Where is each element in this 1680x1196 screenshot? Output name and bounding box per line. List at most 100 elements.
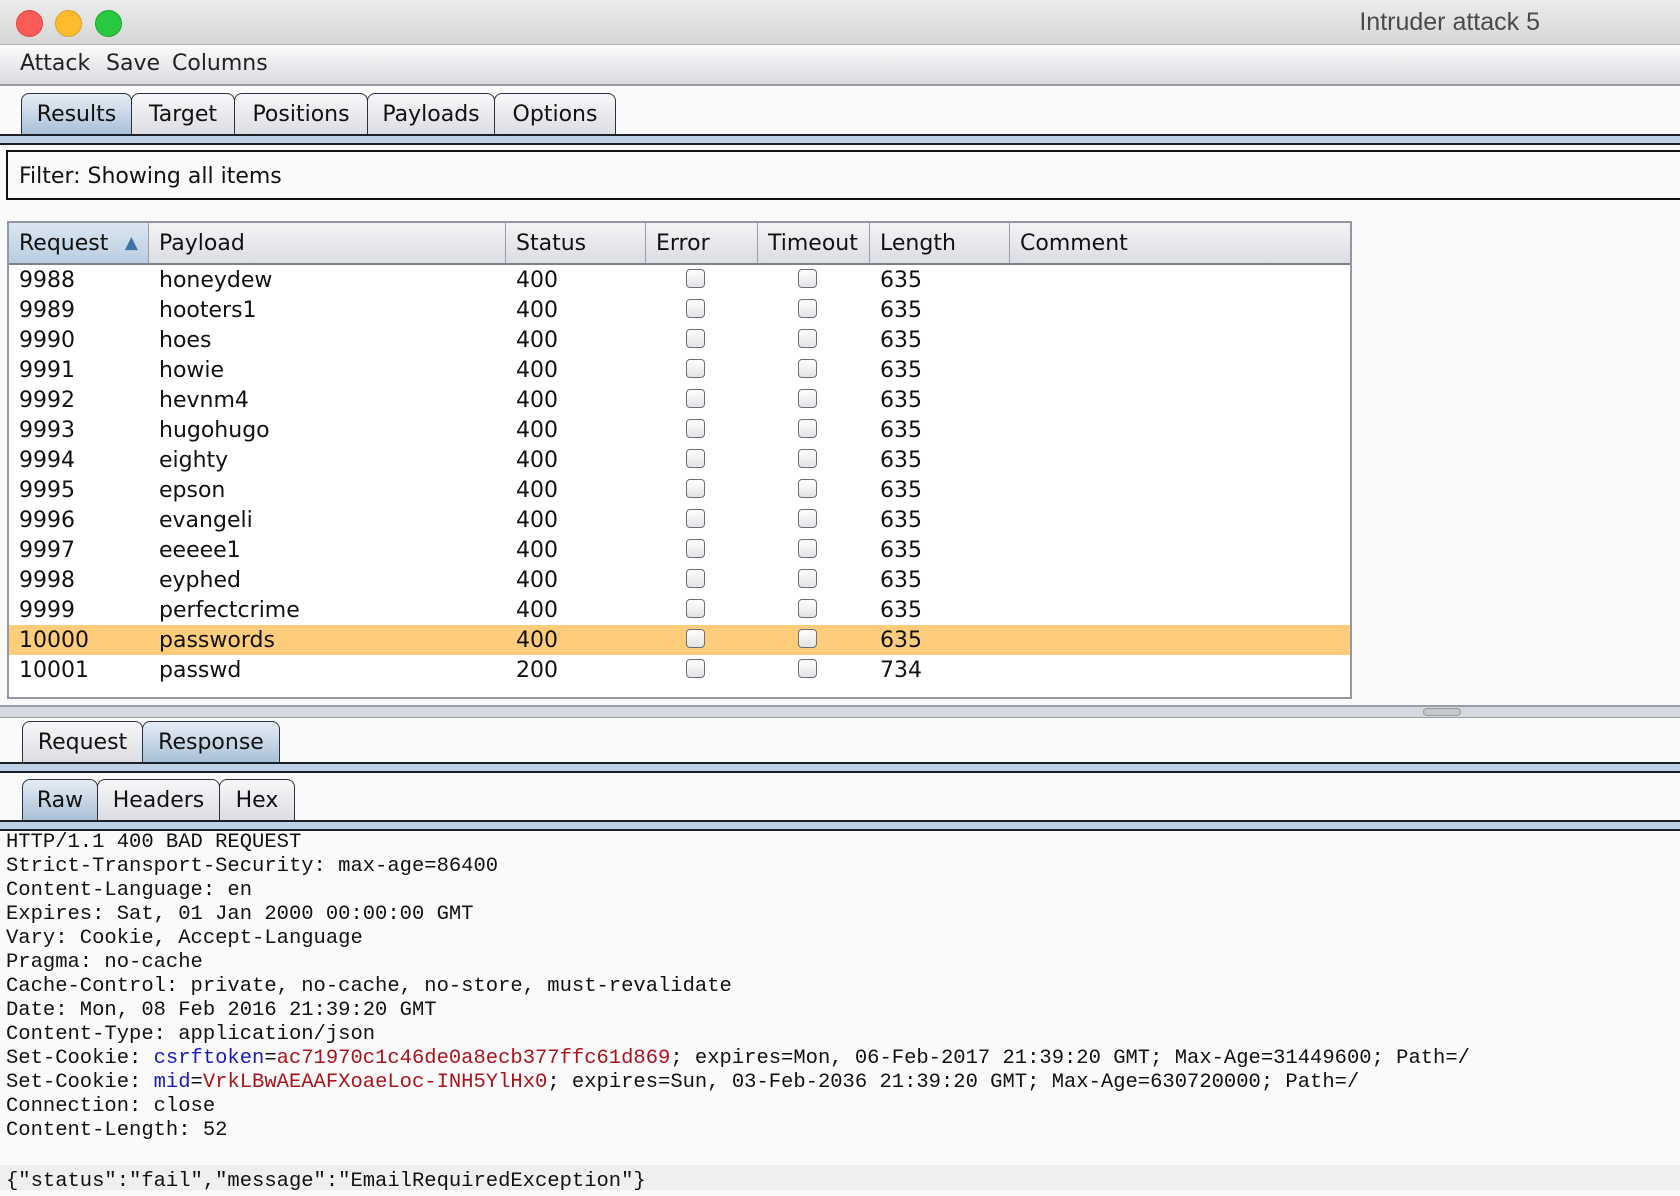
error-checkbox[interactable] [686,599,705,618]
message-tab-bar: Request Response [0,721,1680,763]
cell-status: 400 [516,298,558,323]
table-row[interactable]: 9990 hoes 400 635 [9,325,1350,355]
timeout-checkbox[interactable] [798,539,817,558]
tab-options[interactable]: Options [494,93,616,135]
window-title: Intruder attack 5 [1359,8,1540,36]
column-header-status[interactable]: Status [506,223,646,263]
table-row[interactable]: 10000 passwords 400 635 [9,625,1350,655]
menu-save[interactable]: Save [106,51,160,76]
cell-payload: howie [159,358,225,383]
tab-hex[interactable]: Hex [219,779,295,821]
table-row[interactable]: 9994 eighty 400 635 [9,445,1350,475]
error-checkbox[interactable] [686,449,705,468]
cell-status: 400 [516,268,558,293]
top-tab-bar: Results Target Positions Payloads Option… [0,93,1680,135]
response-text-area[interactable]: HTTP/1.1 400 BAD REQUEST Strict-Transport… [6,831,1680,1194]
table-row[interactable]: 9999 perfectcrime 400 635 [9,595,1350,625]
column-header-error[interactable]: Error [646,223,758,263]
tab-positions[interactable]: Positions [234,93,368,135]
cell-length: 635 [880,598,922,623]
timeout-checkbox[interactable] [798,389,817,408]
error-checkbox[interactable] [686,269,705,288]
table-row[interactable]: 9996 evangeli 400 635 [9,505,1350,535]
view-tab-bar: Raw Headers Hex [0,779,1680,821]
table-row[interactable]: 9992 hevnm4 400 635 [9,385,1350,415]
table-row[interactable]: 9998 eyphed 400 635 [9,565,1350,595]
column-header-comment[interactable]: Comment [1010,223,1350,263]
column-header-request[interactable]: Request ▲ [9,223,149,263]
timeout-checkbox[interactable] [798,419,817,438]
error-checkbox[interactable] [686,659,705,678]
error-checkbox[interactable] [686,629,705,648]
error-checkbox[interactable] [686,479,705,498]
cell-payload: eyphed [159,568,241,593]
timeout-checkbox[interactable] [798,509,817,528]
table-row[interactable]: 9991 howie 400 635 [9,355,1350,385]
table-row[interactable]: 9988 honeydew 400 635 [9,265,1350,295]
tab-results[interactable]: Results [21,93,132,135]
error-checkbox[interactable] [686,329,705,348]
cell-status: 400 [516,418,558,443]
timeout-checkbox[interactable] [798,359,817,378]
cell-payload: passwords [159,628,275,653]
minimize-window-button[interactable] [55,10,82,37]
tab-target[interactable]: Target [131,93,235,135]
column-header-payload[interactable]: Payload [149,223,506,263]
cell-request: 10000 [19,628,89,653]
column-header-length[interactable]: Length [870,223,1010,263]
error-checkbox[interactable] [686,539,705,558]
timeout-checkbox[interactable] [798,569,817,588]
cell-status: 200 [516,658,558,683]
timeout-checkbox[interactable] [798,659,817,678]
error-checkbox[interactable] [686,569,705,588]
table-row[interactable]: 10001 passwd 200 734 [9,655,1350,685]
timeout-checkbox[interactable] [798,599,817,618]
tab-request[interactable]: Request [22,721,143,763]
cell-length: 635 [880,298,922,323]
timeout-checkbox[interactable] [798,269,817,288]
timeout-checkbox[interactable] [798,329,817,348]
table-row[interactable]: 9995 epson 400 635 [9,475,1350,505]
timeout-checkbox[interactable] [798,299,817,318]
cookie-value: VrkLBwAEAAFXoaeLoc-INH5YlHx0 [202,1071,548,1094]
error-checkbox[interactable] [686,299,705,318]
cell-status: 400 [516,598,558,623]
menu-attack[interactable]: Attack [20,51,90,76]
menu-columns[interactable]: Columns [172,51,268,76]
response-line: Content-Type: application/json [6,1023,376,1046]
cell-status: 400 [516,508,558,533]
error-checkbox[interactable] [686,509,705,528]
response-line: Connection: close [6,1095,216,1118]
pane-splitter[interactable] [0,705,1680,718]
filter-bar[interactable]: Filter: Showing all items [6,150,1680,200]
cookie-equals: = [190,1071,203,1094]
cell-status: 400 [516,448,558,473]
cell-length: 635 [880,508,922,533]
timeout-checkbox[interactable] [798,449,817,468]
response-line: Vary: Cookie, Accept-Language [6,927,363,950]
error-checkbox[interactable] [686,419,705,438]
tab-payloads[interactable]: Payloads [367,93,495,135]
cookie-header-label: Set-Cookie: [6,1047,154,1070]
cell-payload: hooters1 [159,298,257,323]
zoom-window-button[interactable] [95,10,122,37]
cell-payload: passwd [159,658,242,683]
tab-response[interactable]: Response [142,721,280,763]
cell-payload: eeeee1 [159,538,241,563]
cell-request: 10001 [19,658,89,683]
cell-length: 635 [880,418,922,443]
cell-request: 9999 [19,598,75,623]
splitter-grip-icon[interactable] [1423,708,1461,716]
table-row[interactable]: 9997 eeeee1 400 635 [9,535,1350,565]
close-window-button[interactable] [16,10,43,37]
column-header-timeout[interactable]: Timeout [758,223,870,263]
timeout-checkbox[interactable] [798,629,817,648]
error-checkbox[interactable] [686,359,705,378]
timeout-checkbox[interactable] [798,479,817,498]
tab-raw[interactable]: Raw [22,779,98,821]
table-row[interactable]: 9993 hugohugo 400 635 [9,415,1350,445]
error-checkbox[interactable] [686,389,705,408]
cell-status: 400 [516,328,558,353]
tab-headers[interactable]: Headers [97,779,220,821]
table-row[interactable]: 9989 hooters1 400 635 [9,295,1350,325]
